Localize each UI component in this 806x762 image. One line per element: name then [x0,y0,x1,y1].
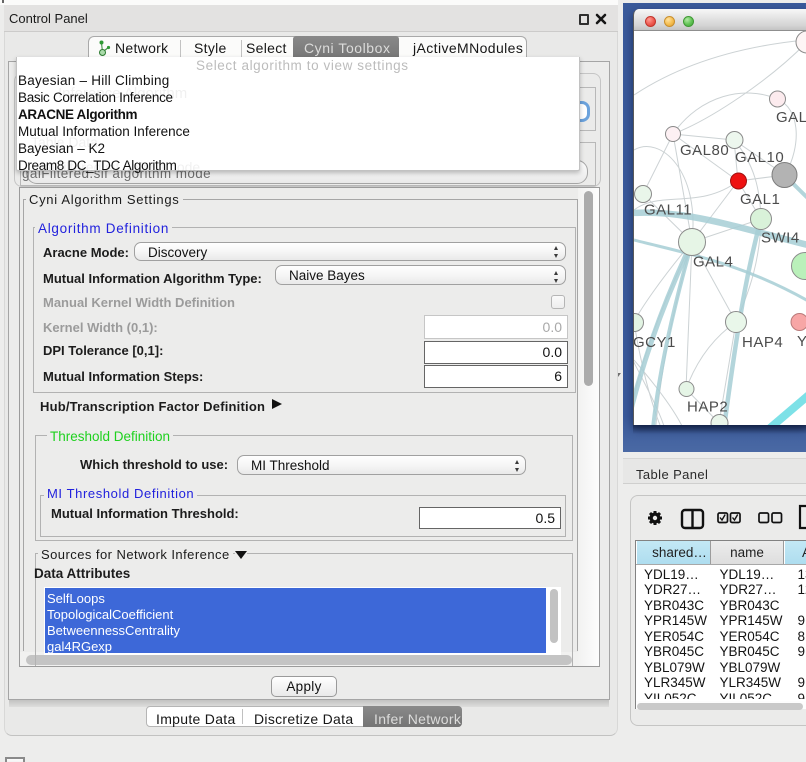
svg-text:GCY1: GCY1 [634,334,676,351]
svg-text:GAL7: GAL7 [776,109,806,126]
svg-text:HAP4: HAP4 [742,334,783,351]
svg-text:GAL11: GAL11 [644,202,692,219]
svg-text:Y: Y [797,333,806,350]
svg-text:GAL80: GAL80 [680,142,729,159]
svg-text:GAL4: GAL4 [693,254,733,271]
svg-text:GAL1: GAL1 [740,191,780,208]
svg-text:SWI4: SWI4 [761,230,800,247]
svg-text:GAL10: GAL10 [735,149,784,166]
svg-text:HAP2: HAP2 [687,399,728,416]
